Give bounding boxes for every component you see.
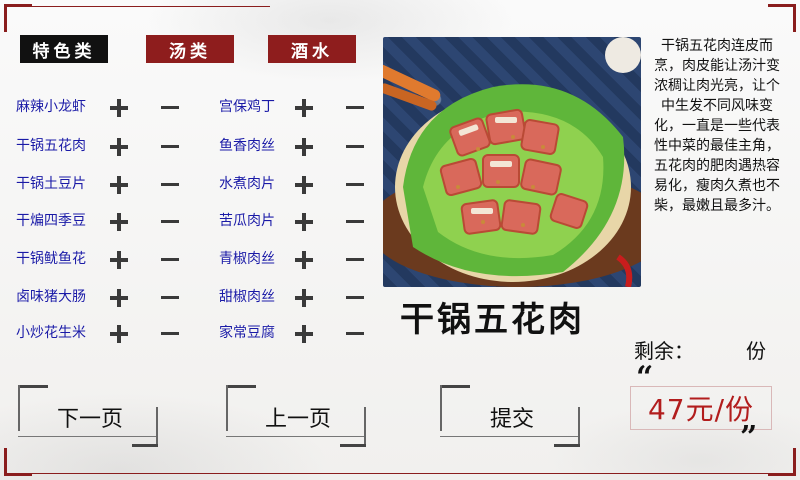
corner-ornament (4, 448, 32, 476)
plus-icon[interactable] (294, 288, 314, 308)
button-border (18, 436, 158, 437)
menu-item-name[interactable]: 鱼香肉丝 (219, 135, 275, 157)
menu-item-name[interactable]: 干锅鱿鱼花 (16, 248, 86, 270)
menu-item-name[interactable]: 青椒肉丝 (219, 248, 275, 270)
minus-icon[interactable] (345, 175, 365, 195)
menu-item-name[interactable]: 苦瓜肉片 (219, 210, 275, 232)
frame-top-line (30, 6, 270, 7)
corner-ornament (768, 4, 796, 32)
frame-bottom-line (30, 473, 770, 474)
plus-icon[interactable] (294, 137, 314, 157)
menu-item-name[interactable]: 干锅土豆片 (16, 173, 86, 195)
minus-icon[interactable] (345, 288, 365, 308)
corner-ornament (768, 448, 796, 476)
corner-ornament (4, 4, 32, 32)
prev-page-label: 上一页 (264, 407, 331, 432)
button-border (364, 407, 366, 447)
minus-icon[interactable] (345, 98, 365, 118)
button-border (440, 385, 442, 431)
dish-description: 干锅五花肉连皮而烹，肉皮能让汤汁变浓稠让肉光亮，让个中生发不同风味变化，一直是一… (654, 38, 780, 214)
button-border (440, 436, 580, 437)
prev-page-button[interactable]: 上一页 (226, 385, 366, 447)
button-border (226, 385, 228, 431)
button-border (340, 444, 366, 447)
minus-icon[interactable] (345, 324, 365, 344)
minus-icon[interactable] (160, 98, 180, 118)
menu-item-name[interactable]: 干锅五花肉 (16, 135, 86, 157)
submit-label: 提交 (489, 407, 534, 432)
button-border (578, 407, 580, 447)
plus-icon[interactable] (109, 250, 129, 270)
minus-icon[interactable] (160, 175, 180, 195)
plus-icon[interactable] (294, 175, 314, 195)
minus-icon[interactable] (160, 250, 180, 270)
button-border (18, 385, 20, 431)
plus-icon[interactable] (109, 175, 129, 195)
remaining-unit: 份 (746, 339, 766, 363)
submit-button[interactable]: 提交 (440, 385, 580, 447)
button-border (226, 436, 366, 437)
next-page-label: 下一页 (56, 407, 123, 432)
plus-icon[interactable] (294, 324, 314, 344)
menu-item-name[interactable]: 干煸四季豆 (16, 210, 86, 232)
close-quote-icon: ” (740, 420, 758, 455)
next-page-button[interactable]: 下一页 (18, 385, 158, 447)
menu-item-name[interactable]: 卤味猪大肠 (16, 286, 86, 308)
menu-item-name[interactable]: 家常豆腐 (219, 322, 275, 344)
button-border (132, 444, 158, 447)
plus-icon[interactable] (109, 137, 129, 157)
price-label: 47元/份 (647, 393, 755, 426)
plus-icon[interactable] (109, 212, 129, 232)
plus-icon[interactable] (294, 250, 314, 270)
plus-icon[interactable] (294, 98, 314, 118)
minus-icon[interactable] (160, 212, 180, 232)
minus-icon[interactable] (160, 137, 180, 157)
menu-item-name[interactable]: 水煮肉片 (219, 173, 275, 195)
plus-icon[interactable] (294, 212, 314, 232)
minus-icon[interactable] (345, 250, 365, 270)
button-border (226, 385, 256, 388)
plus-icon[interactable] (109, 324, 129, 344)
menu-item-name[interactable]: 麻辣小龙虾 (16, 96, 86, 118)
menu-item-name[interactable]: 甜椒肉丝 (219, 286, 275, 308)
menu-item-name[interactable]: 宫保鸡丁 (219, 96, 275, 118)
plus-icon[interactable] (109, 288, 129, 308)
plus-icon[interactable] (109, 98, 129, 118)
tab-soup[interactable]: 汤类 (146, 35, 234, 63)
button-border (156, 407, 158, 447)
button-border (18, 385, 48, 388)
tab-specialty[interactable]: 特色类 (20, 35, 108, 63)
button-border (554, 444, 580, 447)
menu-item-name[interactable]: 小炒花生米 (16, 322, 86, 344)
minus-icon[interactable] (345, 212, 365, 232)
dish-title: 干锅五花肉 (400, 300, 585, 340)
minus-icon[interactable] (345, 137, 365, 157)
button-border (440, 385, 470, 388)
tab-drinks[interactable]: 酒水 (268, 35, 356, 63)
minus-icon[interactable] (160, 324, 180, 344)
dish-photo (383, 37, 641, 287)
minus-icon[interactable] (160, 288, 180, 308)
